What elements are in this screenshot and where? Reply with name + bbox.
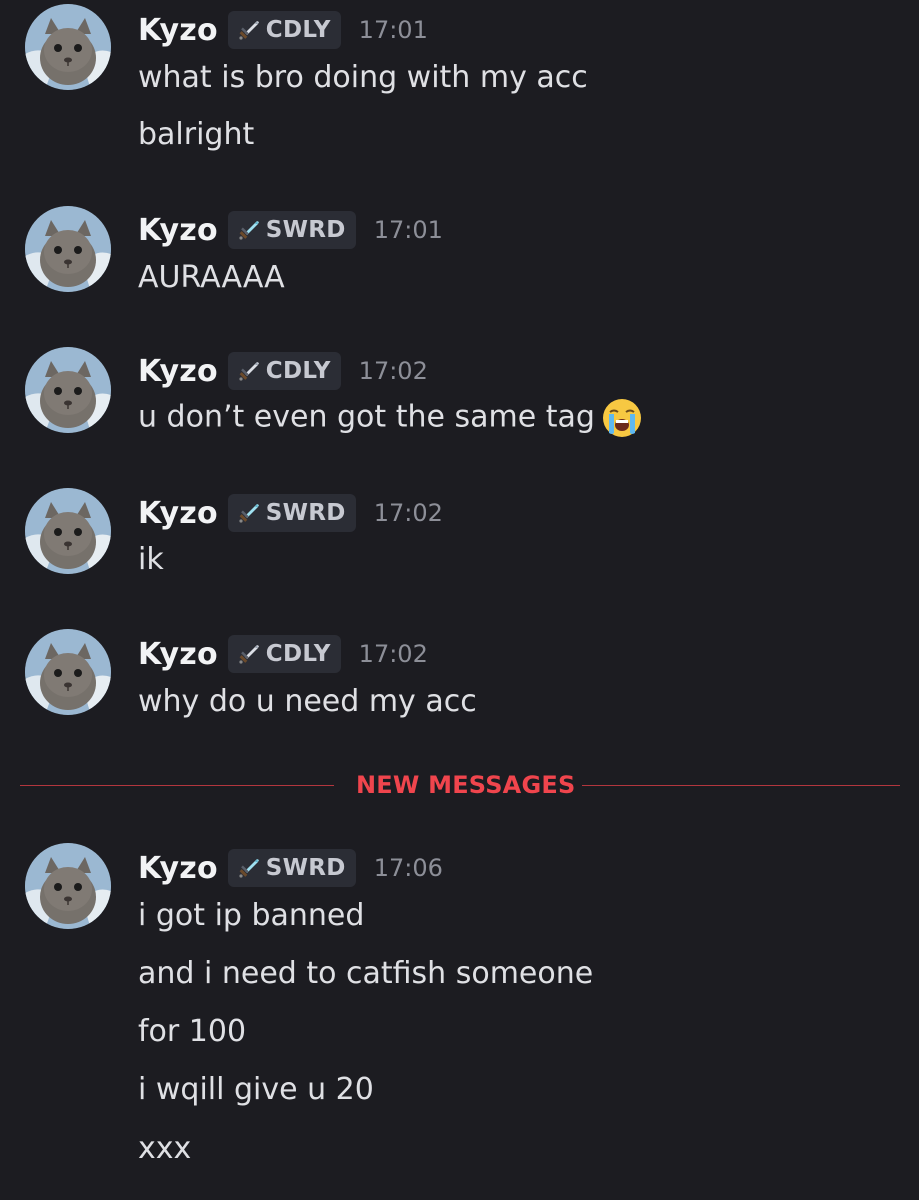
clan-tag-badge[interactable]: CDLY [227,635,341,673]
timestamp: 17:01 [373,216,443,244]
message-text: AURAAAA [138,260,285,295]
username[interactable]: Kyzo [138,354,218,389]
message-text: balright [138,117,255,152]
message-text: i got ip banned [138,898,365,933]
cat-avatar-image [25,347,111,433]
message-header: Kyzo CDLY 17:02 [138,632,428,676]
message-text: why do u need my acc [138,684,477,719]
timestamp: 17:06 [373,854,443,882]
username[interactable]: Kyzo [138,851,218,886]
clan-tag-badge[interactable]: SWRD [227,494,356,532]
message-text: for 100 [138,1014,247,1049]
message-header: Kyzo SWRD 17:01 [138,208,443,252]
avatar[interactable] [25,843,111,929]
message-header: Kyzo SWRD 17:06 [138,846,443,890]
message-text-content: u don’t even got the same tag [138,399,595,435]
divider-line [20,785,334,786]
timestamp: 17:02 [358,640,428,668]
avatar[interactable] [25,488,111,574]
timestamp: 17:02 [358,357,428,385]
username[interactable]: Kyzo [138,637,218,672]
sword-icon [239,645,259,664]
message-text: and i need to catfish someone [138,956,594,991]
message-header: Kyzo CDLY 17:01 [138,8,428,52]
username[interactable]: Kyzo [138,496,218,531]
cat-avatar-image [25,206,111,292]
clan-tag-label: CDLY [265,17,331,43]
message-text: xxx [138,1131,192,1166]
clan-tag-label: SWRD [265,500,346,526]
sword-icon [239,362,259,381]
clan-tag-label: CDLY [265,358,331,384]
clan-tag-label: CDLY [265,641,331,667]
message-text: what is bro doing with my acc [138,60,588,95]
clan-tag-badge[interactable]: CDLY [227,352,341,390]
timestamp: 17:01 [358,16,428,44]
clan-tag-badge[interactable]: CDLY [227,11,341,49]
new-messages-label: NEW MESSAGES [356,771,576,799]
clan-tag-label: SWRD [265,855,346,881]
divider-line [582,785,900,786]
chat-message-list[interactable]: Kyzo CDLY 17:01 what is bro doing with m… [0,0,919,1200]
avatar[interactable] [25,347,111,433]
avatar[interactable] [25,629,111,715]
sword-icon [239,859,259,878]
message-header: Kyzo SWRD 17:02 [138,491,443,535]
loudly-crying-face-emoji [602,399,641,437]
clan-tag-label: SWRD [265,217,346,243]
message-text: u don’t even got the same tag [138,397,643,439]
username[interactable]: Kyzo [138,13,218,48]
clan-tag-badge[interactable]: SWRD [227,849,356,887]
cat-avatar-image [25,629,111,715]
message-header: Kyzo CDLY 17:02 [138,349,428,393]
avatar[interactable] [25,206,111,292]
clan-tag-badge[interactable]: SWRD [227,211,356,249]
new-messages-divider: NEW MESSAGES [20,769,900,801]
sword-icon [239,221,259,240]
timestamp: 17:02 [373,499,443,527]
username[interactable]: Kyzo [138,213,218,248]
avatar[interactable] [25,4,111,90]
sword-icon [239,504,259,523]
message-text: ik [138,542,164,577]
cat-avatar-image [25,843,111,929]
cat-avatar-image [25,488,111,574]
message-text: i wqill give u 20 [138,1072,374,1107]
cat-avatar-image [25,4,111,90]
sword-icon [239,21,259,40]
